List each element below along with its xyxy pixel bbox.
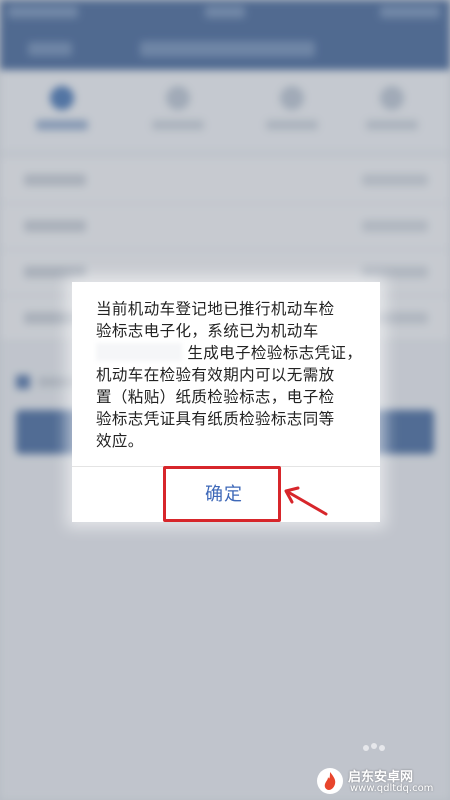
watermark-url: www.qdltdq.com — [350, 783, 434, 794]
message-line-with-redaction: 生成电子检验标志凭证， — [96, 342, 362, 364]
message-line: 生成电子检验标志凭证， — [187, 344, 363, 362]
message-line: 置（粘贴）纸质检验标志，电子检 — [96, 388, 335, 406]
message-line: 效应。 — [96, 432, 144, 450]
redacted-plate — [96, 343, 182, 361]
message-line: 验标志电子化，系统已为机动车 — [96, 322, 319, 340]
dialog-message: 当前机动车登记地已推行机动车检 验标志电子化，系统已为机动车 生成电子检验标志凭… — [96, 298, 362, 452]
message-line: 机动车在检验有效期内可以无需放 — [96, 366, 335, 384]
paw-watermark-icon — [363, 743, 385, 751]
highlight-box — [163, 466, 281, 522]
site-watermark: 启东安卓网 www.qdltdq.com — [316, 766, 450, 798]
fire-logo-icon — [317, 768, 343, 794]
message-line: 当前机动车登记地已推行机动车检 — [96, 300, 335, 318]
message-line: 验标志凭证具有纸质检验标志同等 — [96, 410, 335, 428]
pointer-arrow-icon — [284, 486, 328, 516]
